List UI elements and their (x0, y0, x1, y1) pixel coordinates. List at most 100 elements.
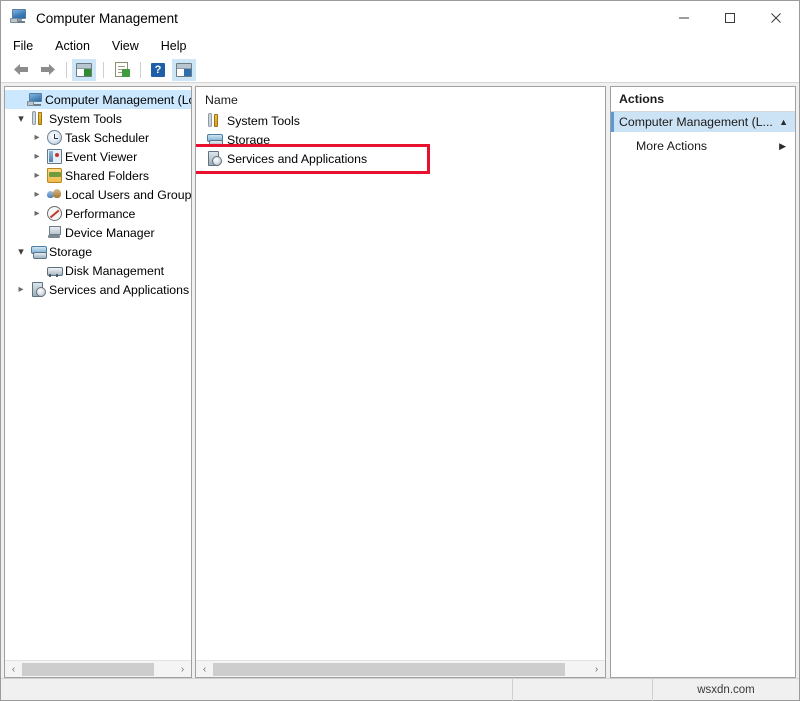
storage-icon (205, 132, 224, 147)
tree-item-label: Device Manager (63, 226, 155, 240)
disk-management-icon (45, 263, 63, 278)
menu-item-action[interactable]: Action (52, 37, 100, 55)
list-item-label: System Tools (224, 114, 300, 128)
show-hide-console-tree-button[interactable] (72, 59, 96, 81)
list-item-storage[interactable]: Storage (205, 130, 605, 149)
menu-item-view[interactable]: View (109, 37, 149, 55)
scroll-right-button[interactable]: › (174, 661, 191, 678)
tree-item-local-users-and-groups[interactable]: ▸ Local Users and Groups (5, 185, 191, 204)
chevron-down-icon[interactable]: ▾ (13, 245, 29, 258)
column-header-name[interactable]: Name (196, 87, 605, 111)
chevron-right-icon[interactable]: ▸ (29, 208, 45, 219)
main-body: Computer Management (Local ▾ System Tool… (1, 83, 799, 678)
tree-item-disk-management[interactable]: Disk Management (5, 261, 191, 280)
tree-item-device-manager[interactable]: Device Manager (5, 223, 191, 242)
maximize-button[interactable] (707, 1, 753, 35)
show-hide-action-pane-button[interactable] (172, 59, 196, 81)
tree-item-label: Performance (63, 207, 135, 221)
menu-item-file[interactable]: File (10, 37, 43, 55)
actions-item-more-actions[interactable]: More Actions ▶ (611, 136, 795, 156)
tree-item-label: Storage (47, 245, 92, 259)
back-arrow-icon (13, 63, 30, 76)
tree-item-services-and-applications[interactable]: ▸ Services and Applications (5, 280, 191, 299)
forward-button[interactable] (35, 59, 59, 81)
toolbar-separator (140, 62, 141, 78)
scroll-left-button[interactable]: ‹ (5, 661, 22, 678)
actions-item-label: More Actions (636, 139, 779, 153)
computer-management-window: Computer Management File Action View Hel… (0, 0, 800, 701)
window-controls (661, 1, 799, 35)
tree-item-label: Shared Folders (63, 169, 149, 183)
tree-item-performance[interactable]: ▸ Performance (5, 204, 191, 223)
scroll-thumb[interactable] (22, 663, 154, 676)
system-tools-icon (205, 113, 224, 128)
menu-bar: File Action View Help (1, 35, 799, 57)
actions-pane: Actions Computer Management (L... ▲ More… (610, 86, 796, 678)
computer-monitor-icon (25, 93, 43, 107)
actions-pane-title: Actions (611, 87, 795, 112)
tree-item-storage[interactable]: ▾ Storage (5, 242, 191, 261)
toolbar: ? (1, 57, 799, 83)
list-item-system-tools[interactable]: System Tools (205, 111, 605, 130)
forward-arrow-icon (39, 63, 56, 76)
status-segment-left (1, 679, 513, 701)
clock-icon (45, 130, 63, 145)
tree-item-computer-management[interactable]: Computer Management (Local (5, 90, 191, 109)
help-button[interactable]: ? (146, 59, 170, 81)
tree-item-label: Services and Applications (47, 283, 189, 297)
chevron-right-icon[interactable]: ▸ (13, 284, 29, 295)
console-tree: Computer Management (Local ▾ System Tool… (5, 87, 191, 299)
export-list-button[interactable] (109, 59, 133, 81)
list-item-label: Services and Applications (224, 152, 367, 166)
chevron-right-icon[interactable]: ▸ (29, 151, 45, 162)
chevron-up-icon[interactable]: ▲ (779, 117, 795, 127)
actions-section-label: Computer Management (L... (619, 115, 779, 129)
tree-item-task-scheduler[interactable]: ▸ Task Scheduler (5, 128, 191, 147)
chevron-right-icon[interactable]: ▸ (29, 170, 45, 181)
tree-item-label: Computer Management (Local (43, 93, 191, 107)
device-manager-icon (45, 225, 63, 240)
services-icon (29, 282, 47, 297)
chevron-down-icon[interactable]: ▾ (13, 112, 29, 125)
scroll-track[interactable] (213, 661, 588, 678)
chevron-right-icon[interactable]: ▸ (29, 132, 45, 143)
details-list-horizontal-scrollbar[interactable]: ‹ › (196, 660, 605, 677)
tree-item-event-viewer[interactable]: ▸ Event Viewer (5, 147, 191, 166)
menu-item-help[interactable]: Help (158, 37, 197, 55)
details-list: System Tools Storage Services and Applic… (196, 111, 605, 168)
list-item-services-and-applications[interactable]: Services and Applications (205, 149, 605, 168)
tree-item-label: System Tools (47, 112, 122, 126)
scroll-left-button[interactable]: ‹ (196, 661, 213, 678)
toolbar-separator (66, 62, 67, 78)
users-group-icon (45, 187, 63, 202)
tree-item-label: Local Users and Groups (63, 188, 191, 202)
scroll-thumb[interactable] (213, 663, 565, 676)
chevron-right-icon[interactable]: ▸ (29, 189, 45, 200)
console-tree-scroll-area: Computer Management (Local ▾ System Tool… (5, 87, 191, 660)
tree-item-label: Disk Management (63, 264, 164, 278)
system-tools-icon (29, 111, 47, 126)
console-tree-horizontal-scrollbar[interactable]: ‹ › (5, 660, 191, 677)
close-button[interactable] (753, 1, 799, 35)
scroll-right-button[interactable]: › (588, 661, 605, 678)
tree-item-label: Task Scheduler (63, 131, 149, 145)
scroll-track[interactable] (22, 661, 174, 678)
chevron-right-icon[interactable]: ▶ (779, 141, 795, 152)
tree-item-shared-folders[interactable]: ▸ Shared Folders (5, 166, 191, 185)
back-button[interactable] (9, 59, 33, 81)
details-list-scroll-area: System Tools Storage Services and Applic… (196, 111, 605, 660)
minimize-button[interactable] (661, 1, 707, 35)
watermark: wsxdn.com (653, 679, 799, 701)
tree-item-system-tools[interactable]: ▾ System Tools (5, 109, 191, 128)
status-segment-middle (513, 679, 653, 701)
action-pane-icon (176, 63, 192, 77)
toolbar-separator (103, 62, 104, 78)
details-list-pane: Name System Tools Storage Services and A… (195, 86, 606, 678)
list-item-label: Storage (224, 133, 270, 147)
actions-section-computer-management[interactable]: Computer Management (L... ▲ (611, 112, 795, 132)
computer-monitor-icon (10, 9, 28, 27)
title-bar: Computer Management (1, 1, 799, 35)
export-document-icon (115, 62, 128, 77)
shared-folder-icon (45, 168, 63, 183)
performance-monitor-icon (45, 206, 63, 221)
